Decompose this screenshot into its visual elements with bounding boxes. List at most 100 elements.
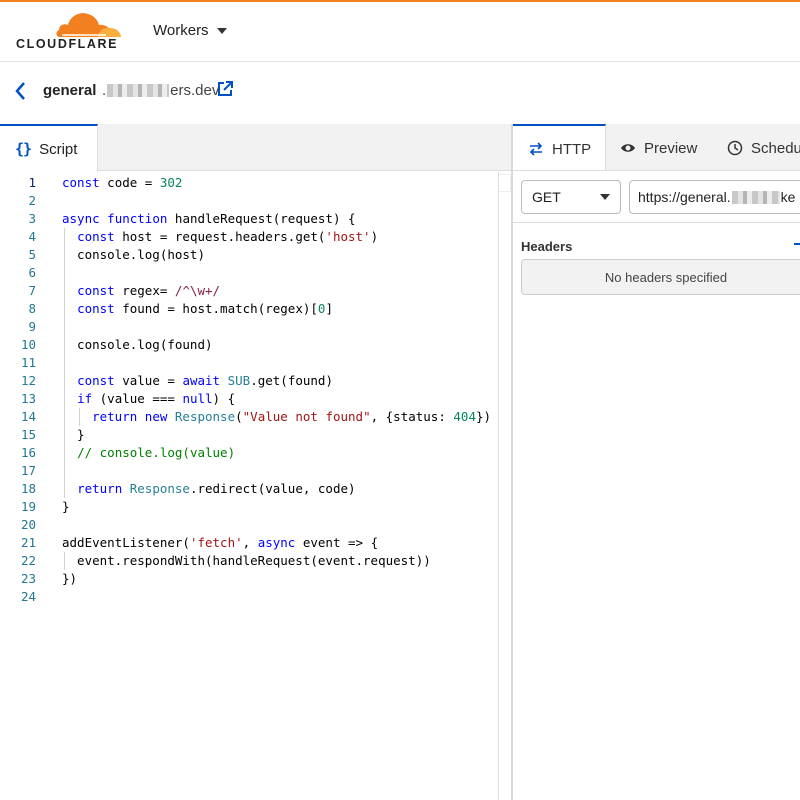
line-number: 16 xyxy=(20,445,36,460)
tab-script[interactable]: {} Script xyxy=(0,124,98,172)
code-text: const regex= /^\w+/ xyxy=(77,283,221,298)
code-line[interactable]: 9 xyxy=(0,318,498,336)
line-number: 19 xyxy=(20,499,36,514)
indent-guide xyxy=(64,228,65,498)
line-number: 24 xyxy=(20,589,36,604)
code-text: const host = request.headers.get('host') xyxy=(77,229,379,244)
line-number: 23 xyxy=(20,571,36,586)
code-text: const code = 302 xyxy=(62,175,183,190)
line-number: 9 xyxy=(28,319,36,334)
cloudflare-logo[interactable]: CLOUDFLARE xyxy=(16,11,126,53)
code-line[interactable]: 6 xyxy=(0,264,498,282)
code-line[interactable]: 16 // console.log(value) xyxy=(0,444,498,462)
code-line[interactable]: 22 event.respondWith(handleRequest(event… xyxy=(0,552,498,570)
line-number: 11 xyxy=(20,355,36,370)
editor-scrollbar[interactable] xyxy=(498,172,499,800)
code-line[interactable]: 20 xyxy=(0,516,498,534)
code-text: console.log(found) xyxy=(62,337,213,352)
code-text: event.respondWith(handleRequest(event.re… xyxy=(62,553,431,568)
cloud-icon xyxy=(56,13,121,37)
line-number: 8 xyxy=(28,301,36,316)
tab-preview-label: Preview xyxy=(644,139,698,157)
code-line[interactable]: 11 xyxy=(0,354,498,372)
code-line[interactable]: 4 const host = request.headers.get('host… xyxy=(0,228,498,246)
url-prefix: https://general. xyxy=(638,189,731,205)
code-line[interactable]: 17 xyxy=(0,462,498,480)
logo-wordmark: CLOUDFLARE xyxy=(16,37,119,51)
code-line[interactable]: 19} xyxy=(0,498,498,516)
code-text: } xyxy=(62,427,85,442)
code-text: addEventListener('fetch', async event =>… xyxy=(62,535,379,550)
pane-splitter[interactable] xyxy=(511,124,513,800)
indent-guide xyxy=(79,408,80,426)
top-nav: CLOUDFLARE Workers xyxy=(0,2,800,62)
code-line[interactable]: 24 xyxy=(0,588,498,606)
line-number: 13 xyxy=(20,391,36,406)
line-number: 5 xyxy=(28,247,36,262)
http-method-select[interactable]: GET xyxy=(521,180,621,214)
eye-icon xyxy=(621,144,635,152)
clock-icon xyxy=(727,140,743,156)
chevron-left-icon[interactable] xyxy=(13,80,29,102)
line-number: 2 xyxy=(28,193,36,208)
code-line[interactable]: 7 const regex= /^\w+/ xyxy=(0,282,498,300)
code-text: async function handleRequest(request) { xyxy=(62,211,356,226)
line-number: 22 xyxy=(20,553,36,568)
divider xyxy=(513,222,800,223)
code-line[interactable]: 1 const code = 302 xyxy=(0,174,498,192)
product-menu-button[interactable]: Workers xyxy=(153,22,227,39)
code-line[interactable]: 23}) xyxy=(0,570,498,588)
line-number: 14 xyxy=(20,409,36,424)
line-number: 15 xyxy=(20,427,36,442)
code-line[interactable]: 5 console.log(host) xyxy=(0,246,498,264)
headers-label: Headers xyxy=(521,239,573,254)
code-line[interactable]: 13 if (value === null) { xyxy=(0,390,498,408)
line-number: 4 xyxy=(28,229,36,244)
line-number: 10 xyxy=(20,337,36,352)
url-suffix: ke xyxy=(780,189,796,205)
breadcrumb: general . ers.dev xyxy=(0,62,800,124)
tab-http[interactable]: HTTP xyxy=(513,124,606,170)
line-number: 12 xyxy=(20,373,36,388)
redacted-url-part xyxy=(731,190,780,204)
code-text: return new Response("Value not found", {… xyxy=(92,409,492,424)
tester-tab-bar: HTTP Preview Schedu xyxy=(513,124,800,171)
add-header-button[interactable] xyxy=(794,243,800,245)
tab-preview[interactable]: Preview xyxy=(620,124,698,170)
line-number: 1 xyxy=(28,175,36,190)
code-text: } xyxy=(62,499,70,514)
code-line[interactable]: 8 const found = host.match(regex)[0] xyxy=(0,300,498,318)
code-text: console.log(host) xyxy=(62,247,205,262)
worker-domain: . ers.dev xyxy=(102,82,219,99)
code-line[interactable]: 3 async function handleRequest(request) { xyxy=(0,210,498,228)
line-number: 3 xyxy=(28,211,36,226)
code-line[interactable]: 2 xyxy=(0,192,498,210)
line-number: 20 xyxy=(20,517,36,532)
url-input[interactable]: https://general. ke xyxy=(629,180,800,214)
no-headers-placeholder: No headers specified xyxy=(521,259,800,295)
code-line[interactable]: 15 } xyxy=(0,426,498,444)
braces-icon: {} xyxy=(15,140,32,158)
line-number: 18 xyxy=(20,481,36,496)
line-number: 6 xyxy=(28,265,36,280)
line-number: 17 xyxy=(20,463,36,478)
code-text: const found = host.match(regex)[0] xyxy=(77,301,333,316)
code-text: }) xyxy=(62,571,78,586)
code-line[interactable]: 18 return Response.redirect(value, code) xyxy=(0,480,498,498)
code-text: if (value === null) { xyxy=(77,391,236,406)
line-number: 21 xyxy=(20,535,36,550)
code-text: const value = await SUB.get(found) xyxy=(77,373,333,388)
code-line[interactable]: 12 const value = await SUB.get(found) xyxy=(0,372,498,390)
external-link-icon[interactable] xyxy=(216,80,234,98)
code-line[interactable]: 10 console.log(found) xyxy=(0,336,498,354)
http-method-value: GET xyxy=(532,189,561,205)
domain-suffix: ers.dev xyxy=(170,82,220,99)
code-text: // console.log(value) xyxy=(77,445,236,460)
tab-schedule[interactable]: Schedu xyxy=(727,124,800,170)
code-text: return Response.redirect(value, code) xyxy=(77,481,356,496)
tab-schedule-label: Schedu xyxy=(751,139,800,157)
tab-script-label: Script xyxy=(39,140,78,158)
code-line[interactable]: 14 return new Response("Value not found"… xyxy=(0,408,498,426)
code-editor[interactable]: 1 const code = 302 2 3 async function handle… xyxy=(0,172,498,800)
code-line[interactable]: 21 addEventListener('fetch', async event … xyxy=(0,534,498,552)
